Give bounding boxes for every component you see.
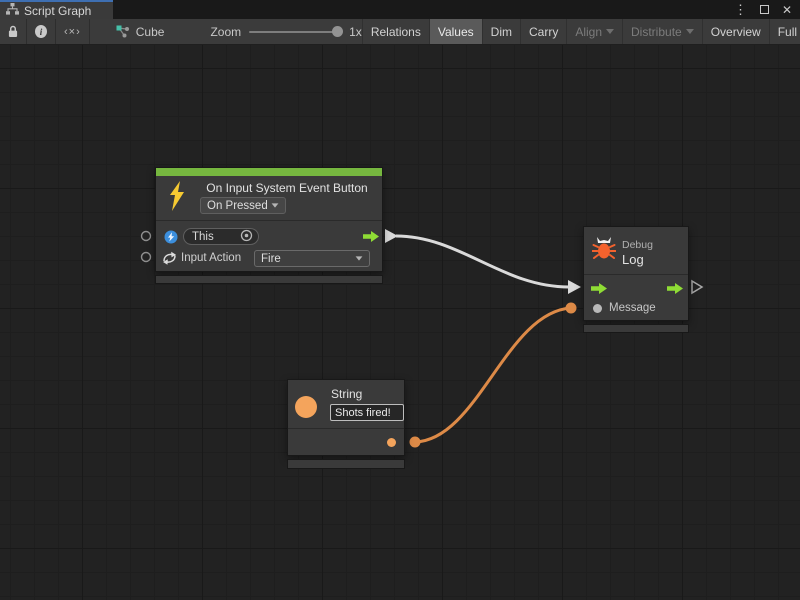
this-object-field[interactable]: This bbox=[183, 228, 259, 245]
code-brackets-icon: ‹×› bbox=[64, 26, 81, 38]
values-button[interactable]: Values bbox=[429, 19, 482, 44]
close-icon[interactable] bbox=[782, 4, 792, 16]
string-value: Shots fired! bbox=[335, 407, 391, 419]
edit-source-button[interactable]: ‹×› bbox=[56, 19, 90, 44]
carry-label: Carry bbox=[529, 25, 558, 39]
dim-button[interactable]: Dim bbox=[482, 19, 520, 44]
align-button[interactable]: Align bbox=[566, 19, 622, 44]
debug-flow-input-port[interactable] bbox=[591, 283, 607, 294]
relations-button[interactable]: Relations bbox=[362, 19, 429, 44]
debug-flow-output-port[interactable] bbox=[667, 283, 683, 294]
full-screen-label: Full Screen bbox=[778, 25, 800, 39]
event-node-footer bbox=[155, 275, 383, 284]
graph-canvas[interactable] bbox=[0, 45, 800, 600]
carry-button[interactable]: Carry bbox=[520, 19, 566, 44]
input-action-label: Input Action bbox=[181, 252, 241, 264]
window-menu-icon[interactable] bbox=[734, 3, 747, 16]
zoom-value: 1x bbox=[349, 25, 362, 39]
object-picker-icon[interactable] bbox=[240, 229, 253, 245]
graph-toolbar: i ‹×› Cube Zoom 1x Relations Values Dim bbox=[0, 19, 800, 45]
maximize-icon[interactable] bbox=[760, 5, 769, 14]
string-node[interactable]: String Shots fired! bbox=[287, 379, 405, 456]
lightning-icon bbox=[167, 181, 187, 211]
divider bbox=[156, 220, 382, 221]
debug-node-category: Debug bbox=[622, 239, 653, 251]
string-node-footer bbox=[287, 459, 405, 469]
tab-title: Script Graph bbox=[24, 4, 91, 18]
chevron-down-icon bbox=[686, 29, 694, 34]
overview-label: Overview bbox=[711, 25, 761, 39]
distribute-button[interactable]: Distribute bbox=[622, 19, 702, 44]
input-action-value: Fire bbox=[261, 253, 281, 265]
zoom-control: Zoom 1x bbox=[210, 19, 361, 44]
input-action-dropdown[interactable]: Fire bbox=[254, 250, 370, 267]
this-field-value: This bbox=[192, 231, 214, 243]
title-bar: Script Graph bbox=[0, 0, 800, 19]
values-label: Values bbox=[438, 25, 474, 39]
trigger-dropdown-value: On Pressed bbox=[207, 200, 268, 212]
distribute-label: Distribute bbox=[631, 25, 682, 39]
string-type-icon bbox=[295, 396, 317, 418]
debug-node-footer bbox=[583, 324, 689, 333]
string-node-title: String bbox=[331, 387, 362, 401]
chevron-down-icon bbox=[356, 256, 363, 260]
full-screen-button[interactable]: Full Screen bbox=[769, 19, 800, 44]
overview-button[interactable]: Overview bbox=[702, 19, 769, 44]
message-port-label: Message bbox=[609, 302, 656, 314]
self-port-icon[interactable] bbox=[164, 230, 178, 244]
tab-script-graph[interactable]: Script Graph bbox=[0, 0, 113, 19]
event-node-colorbar bbox=[156, 168, 382, 176]
value-wire-end-dot-icon bbox=[566, 303, 577, 314]
zoom-label: Zoom bbox=[210, 25, 241, 39]
zoom-slider-knob[interactable] bbox=[332, 26, 343, 37]
event-node-outer-port-1[interactable] bbox=[142, 232, 151, 241]
message-input-port[interactable] bbox=[593, 304, 602, 313]
dim-label: Dim bbox=[491, 25, 512, 39]
divider bbox=[584, 274, 688, 275]
chevron-down-icon bbox=[606, 29, 614, 34]
target-label: Cube bbox=[136, 25, 165, 39]
string-output-port[interactable] bbox=[387, 438, 396, 447]
align-label: Align bbox=[575, 25, 602, 39]
input-action-icon bbox=[162, 251, 177, 265]
string-value-field[interactable]: Shots fired! bbox=[330, 404, 404, 421]
relations-label: Relations bbox=[371, 25, 421, 39]
graph-hierarchy-icon bbox=[6, 3, 19, 18]
graph-target-selector[interactable]: Cube bbox=[104, 19, 177, 44]
graph-inspector-button[interactable]: i bbox=[27, 19, 56, 44]
debug-node-title: Log bbox=[622, 252, 644, 267]
trigger-dropdown[interactable]: On Pressed bbox=[200, 197, 286, 214]
zoom-slider[interactable] bbox=[249, 31, 341, 33]
event-node-title: On Input System Event Button bbox=[196, 181, 378, 195]
chevron-down-icon bbox=[272, 203, 279, 207]
value-wire-start-dot-icon bbox=[410, 437, 421, 448]
bug-icon bbox=[592, 236, 616, 260]
lock-graph-button[interactable] bbox=[0, 19, 27, 44]
debug-log-node[interactable]: Debug Log Message bbox=[583, 226, 689, 321]
event-node-outer-port-2[interactable] bbox=[142, 253, 151, 262]
graph-nodes-icon bbox=[116, 25, 130, 38]
lock-icon bbox=[8, 25, 18, 38]
info-icon: i bbox=[35, 25, 47, 38]
event-node[interactable]: On Input System Event Button On Pressed … bbox=[155, 167, 383, 272]
divider bbox=[288, 428, 404, 429]
event-flow-output-port[interactable] bbox=[363, 231, 379, 242]
